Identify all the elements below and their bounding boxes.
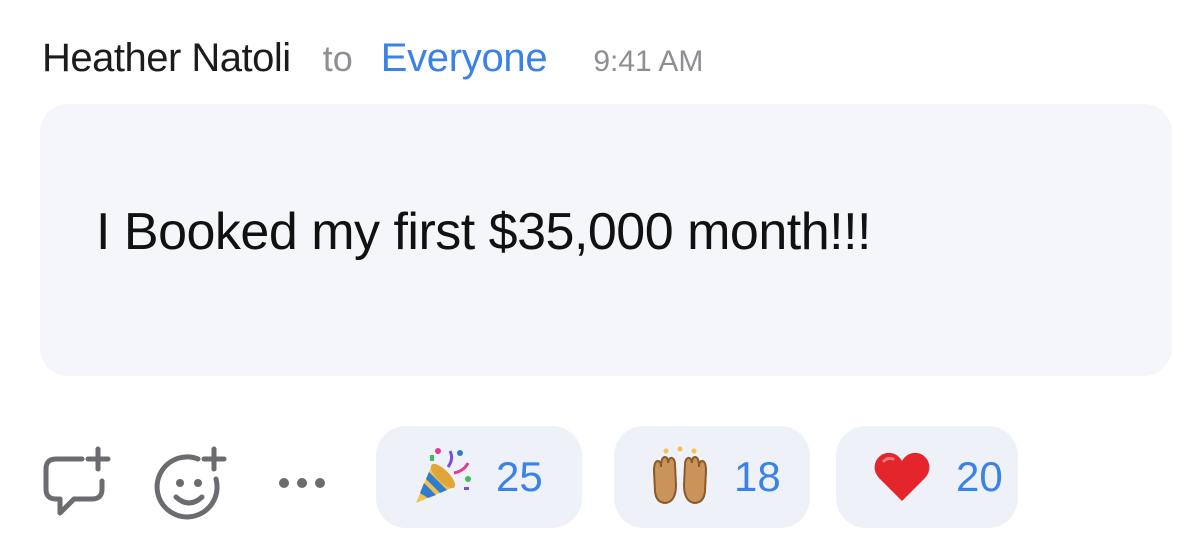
reaction-pill-raising-hands[interactable]: 18: [614, 426, 810, 528]
message-actions: 25 18 20: [36, 426, 1176, 528]
reaction-count: 25: [496, 453, 543, 500]
comment-plus-icon: [43, 446, 111, 516]
message-header: Heather Natoli to Everyone 9:41 AM: [42, 36, 703, 88]
ellipsis-icon: [279, 478, 325, 488]
recipient-link[interactable]: Everyone: [381, 36, 548, 81]
add-reaction-button[interactable]: [150, 438, 230, 528]
party-popper-icon: [410, 445, 474, 509]
message-bubble: I Booked my first $35,000 month!!!: [40, 104, 1172, 376]
raising-hands-icon: [648, 445, 712, 509]
sender-name[interactable]: Heather Natoli: [42, 36, 291, 81]
reaction-count: 20: [956, 453, 1003, 500]
smiley-plus-icon: [154, 446, 227, 520]
timestamp: 9:41 AM: [593, 45, 704, 78]
red-heart-icon: [870, 445, 934, 509]
message-text: I Booked my first $35,000 month!!!: [96, 203, 871, 261]
reaction-count: 18: [734, 453, 781, 500]
to-label: to: [322, 38, 353, 79]
reply-button[interactable]: [36, 438, 116, 528]
reaction-pill-party[interactable]: 25: [376, 426, 582, 528]
reaction-pill-heart[interactable]: 20: [836, 426, 1018, 528]
more-options-button[interactable]: [262, 438, 342, 528]
